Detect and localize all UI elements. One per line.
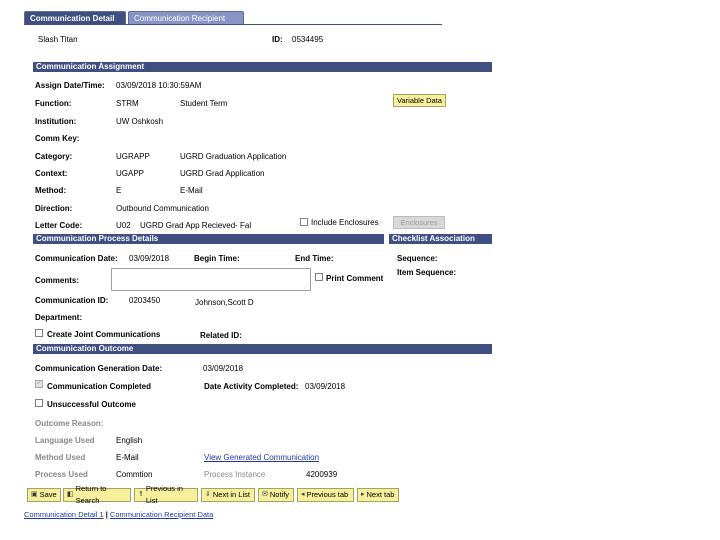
print-comment-checkbox[interactable]	[315, 273, 323, 281]
function-label: Function:	[35, 99, 72, 108]
previous-in-list-button[interactable]: ⇑ Previous in List	[134, 484, 198, 505]
comm-key-label: Comm Key:	[35, 134, 80, 143]
section-communication-process-details: Communication Process Details	[33, 234, 384, 244]
date-activity-label: Date Activity Completed:	[204, 382, 299, 391]
bottom-tab-links: Communication Detail 1 | Communication R…	[24, 510, 213, 519]
return-to-search-button[interactable]: ◧ Return to Search	[63, 484, 131, 505]
comm-date-label: Communication Date:	[35, 254, 118, 263]
next-in-list-button[interactable]: ⇓ Next in List	[201, 488, 255, 502]
communication-completed-label: Communication Completed	[47, 382, 152, 391]
next-tab-icon: ▸	[361, 491, 365, 498]
begin-time-label: Begin Time:	[194, 254, 240, 263]
letter-code-desc: UGRD Grad App Recieved- Fal	[140, 221, 252, 230]
create-joint-label: Create Joint Communications	[47, 330, 161, 339]
notify-label: Notify	[269, 490, 290, 499]
process-used-value: Commtion	[116, 470, 153, 479]
previous-tab-label: Previous tab	[306, 490, 349, 499]
comm-date-value: 03/09/2018	[129, 254, 170, 263]
context-desc: UGRD Grad Application	[180, 169, 265, 178]
tab-underline	[24, 24, 442, 25]
comments-textarea[interactable]: ⋰	[111, 268, 311, 291]
include-enclosures-label: Include Enclosures	[311, 218, 379, 227]
previous-tab-button[interactable]: ◂ Previous tab	[297, 488, 354, 502]
bottom-link-communication-recipient-data[interactable]: Communication Recipient Data	[110, 510, 213, 519]
tab-communication-recipient-data[interactable]: Communication Recipient Data	[128, 11, 244, 37]
resize-grip-icon[interactable]: ⋰	[303, 283, 309, 290]
process-instance-label: Process Instance	[204, 470, 266, 479]
function-desc: Student Term	[180, 99, 228, 108]
section-checklist-association: Checklist Association	[389, 234, 492, 244]
save-icon: ▣	[31, 491, 38, 498]
method-desc: E-Mail	[180, 186, 203, 195]
section-communication-outcome: Communication Outcome	[33, 344, 492, 354]
department-label: Department:	[35, 313, 83, 322]
view-generated-communication-link[interactable]: View Generated Communication	[204, 453, 319, 462]
variable-data-button[interactable]: Variable Data	[393, 94, 446, 107]
institution-value: UW Oshkosh	[116, 117, 164, 126]
generation-date-value: 03/09/2018	[203, 364, 244, 373]
comm-id-value: 0203450	[129, 296, 161, 305]
unsuccessful-outcome-checkbox[interactable]	[35, 399, 43, 407]
method-used-value: E-Mail	[116, 453, 139, 462]
assign-datetime-label: Assign Date/Time:	[35, 81, 105, 90]
enclosures-button[interactable]: Enclosures	[393, 216, 445, 229]
comments-label: Comments:	[35, 276, 80, 285]
previous-tab-icon: ◂	[301, 491, 305, 498]
method-used-label: Method Used	[35, 453, 86, 462]
bottom-link-separator: |	[105, 510, 108, 519]
letter-code-label: Letter Code:	[35, 221, 83, 230]
previous-in-list-label: Previous in List	[145, 484, 183, 505]
section-communication-assignment: Communication Assignment	[33, 62, 492, 72]
category-label: Category:	[35, 152, 73, 161]
assign-datetime-value: 03/09/2018 10:30:59AM	[116, 81, 202, 90]
direction-value: Outbound Communication	[116, 204, 209, 213]
function-code: STRM	[116, 99, 139, 108]
save-button[interactable]: ▣ Save	[27, 488, 61, 502]
outcome-reason-label: Outcome Reason:	[35, 419, 104, 428]
id-value: 0534495	[292, 35, 324, 44]
save-button-label: Save	[39, 490, 57, 499]
return-to-search-icon: ◧	[67, 491, 74, 498]
comm-id-name: Johnson,Scott D	[195, 298, 254, 307]
unsuccessful-outcome-label: Unsuccessful Outcome	[47, 400, 136, 409]
communication-completed-checkbox[interactable]	[35, 378, 43, 388]
print-comment-label: Print Comment	[326, 274, 384, 283]
language-used-value: English	[116, 436, 143, 445]
category-code: UGRAPP	[116, 152, 150, 161]
id-label: ID:	[272, 35, 283, 44]
sequence-label: Sequence:	[397, 254, 438, 263]
language-used-label: Language Used	[35, 436, 95, 445]
return-to-search-label: Return to Search	[75, 484, 107, 505]
letter-code-value: U02	[116, 221, 131, 230]
notify-button[interactable]: ✉ Notify	[258, 488, 294, 502]
process-used-label: Process Used	[35, 470, 88, 479]
include-enclosures-checkbox[interactable]	[300, 218, 308, 226]
next-in-list-label: Next in List	[212, 490, 250, 499]
student-name: Slash Titan	[38, 35, 78, 44]
tab-communication-detail-1[interactable]: Communication Detail 1	[24, 11, 126, 37]
end-time-label: End Time:	[295, 254, 334, 263]
next-tab-label: Next tab	[366, 490, 395, 499]
next-tab-button[interactable]: ▸ Next tab	[357, 488, 399, 502]
generation-date-label: Communication Generation Date:	[35, 364, 163, 373]
item-sequence-label: Item Sequence:	[397, 268, 457, 277]
notify-icon: ✉	[262, 491, 268, 498]
institution-label: Institution:	[35, 117, 77, 126]
next-in-list-icon: ⇓	[205, 491, 211, 498]
context-code: UGAPP	[116, 169, 145, 178]
related-id-label: Related ID:	[200, 331, 242, 340]
date-activity-value: 03/09/2018	[305, 382, 346, 391]
previous-in-list-icon: ⇑	[138, 491, 144, 498]
direction-label: Direction:	[35, 204, 73, 213]
create-joint-checkbox[interactable]	[35, 329, 43, 337]
bottom-link-communication-detail-1[interactable]: Communication Detail 1	[24, 510, 104, 519]
process-instance-value: 4200939	[306, 470, 338, 479]
method-code: E	[116, 186, 122, 195]
category-desc: UGRD Graduation Application	[180, 152, 287, 161]
method-label: Method:	[35, 186, 67, 195]
comm-id-label: Communication ID:	[35, 296, 109, 305]
context-label: Context:	[35, 169, 68, 178]
